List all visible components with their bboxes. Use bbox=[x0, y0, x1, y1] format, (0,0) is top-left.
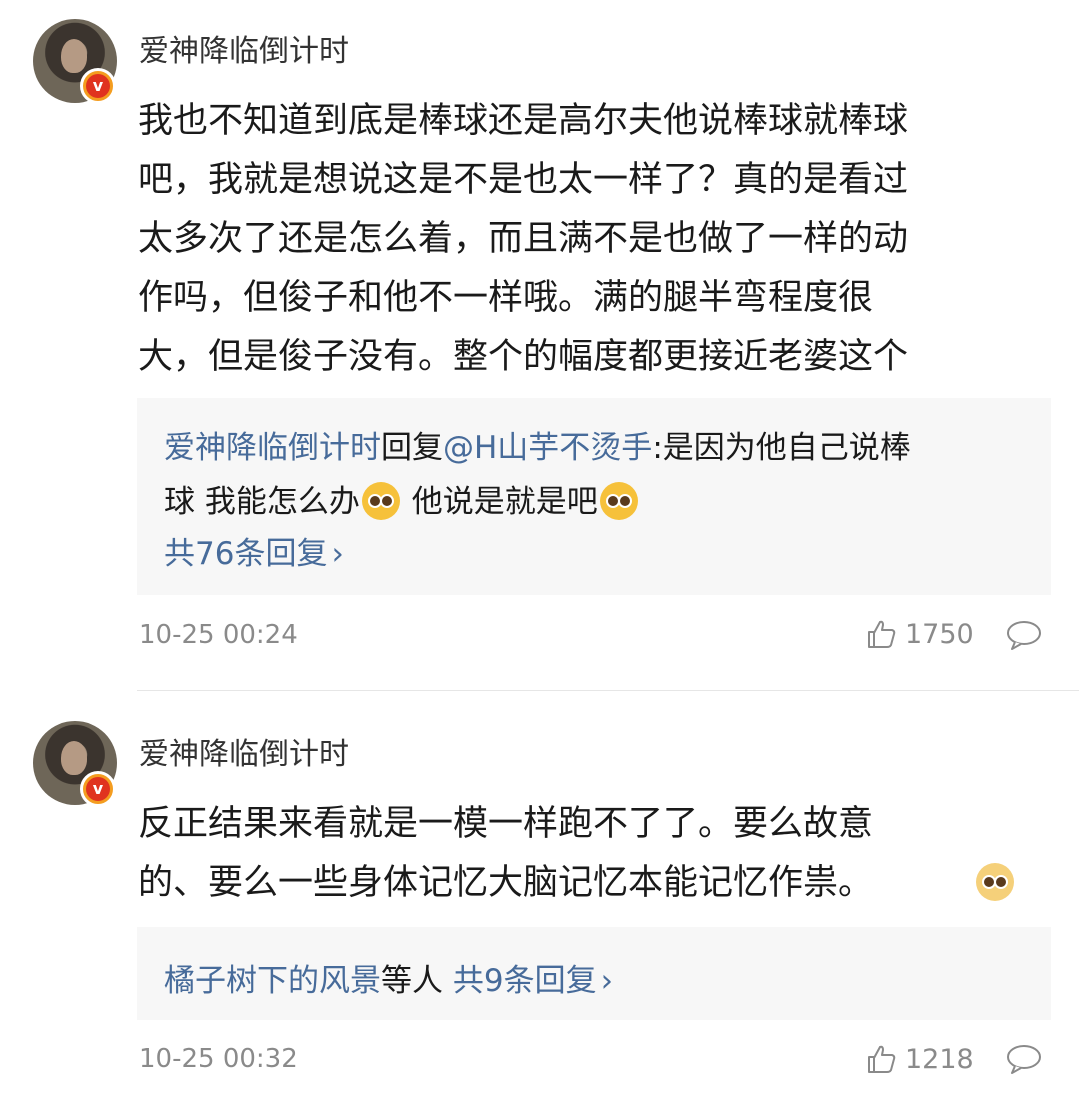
comment-body-line: 的、要么一些身体记忆大脑记忆本能记忆作祟。 bbox=[138, 854, 1028, 913]
chevron-right-icon: › bbox=[600, 963, 613, 999]
others-text: 等人 bbox=[381, 963, 453, 999]
reply-comment-icon[interactable] bbox=[1005, 1043, 1043, 1079]
username[interactable]: 爱神降临倒计时 bbox=[139, 729, 349, 773]
view-replies-link[interactable]: 橘子树下的风景等人 共9条回复 › bbox=[164, 955, 613, 1000]
reply-user-link[interactable]: 橘子树下的风景 bbox=[164, 963, 381, 999]
like-button[interactable]: 1218 bbox=[865, 1043, 974, 1075]
reply-count: 共9条回复 bbox=[452, 963, 597, 999]
verified-v-badge-icon: v bbox=[80, 771, 116, 807]
reply-preview-box[interactable]: 橘子树下的风景等人 共9条回复 › bbox=[137, 927, 1051, 1020]
comment-body: 反正结果来看就是一模一样跑不了了。要么故意 的、要么一些身体记忆大脑记忆本能记忆… bbox=[138, 795, 1028, 913]
shy-face-icon bbox=[976, 863, 1014, 901]
like-count: 1218 bbox=[905, 1043, 974, 1075]
thumbs-up-icon bbox=[868, 1045, 896, 1073]
comment-body-text: 的、要么一些身体记忆大脑记忆本能记忆作祟。 bbox=[138, 863, 874, 903]
comment-item: v 爱神降临倒计时 反正结果来看就是一模一样跑不了了。要么故意 的、要么一些身体… bbox=[0, 0, 1079, 1107]
comment-timestamp: 10-25 00:32 bbox=[139, 1044, 298, 1074]
avatar-face bbox=[61, 741, 87, 775]
badge-letter: v bbox=[92, 779, 104, 798]
comment-body-line: 反正结果来看就是一模一样跑不了了。要么故意 bbox=[138, 804, 874, 844]
